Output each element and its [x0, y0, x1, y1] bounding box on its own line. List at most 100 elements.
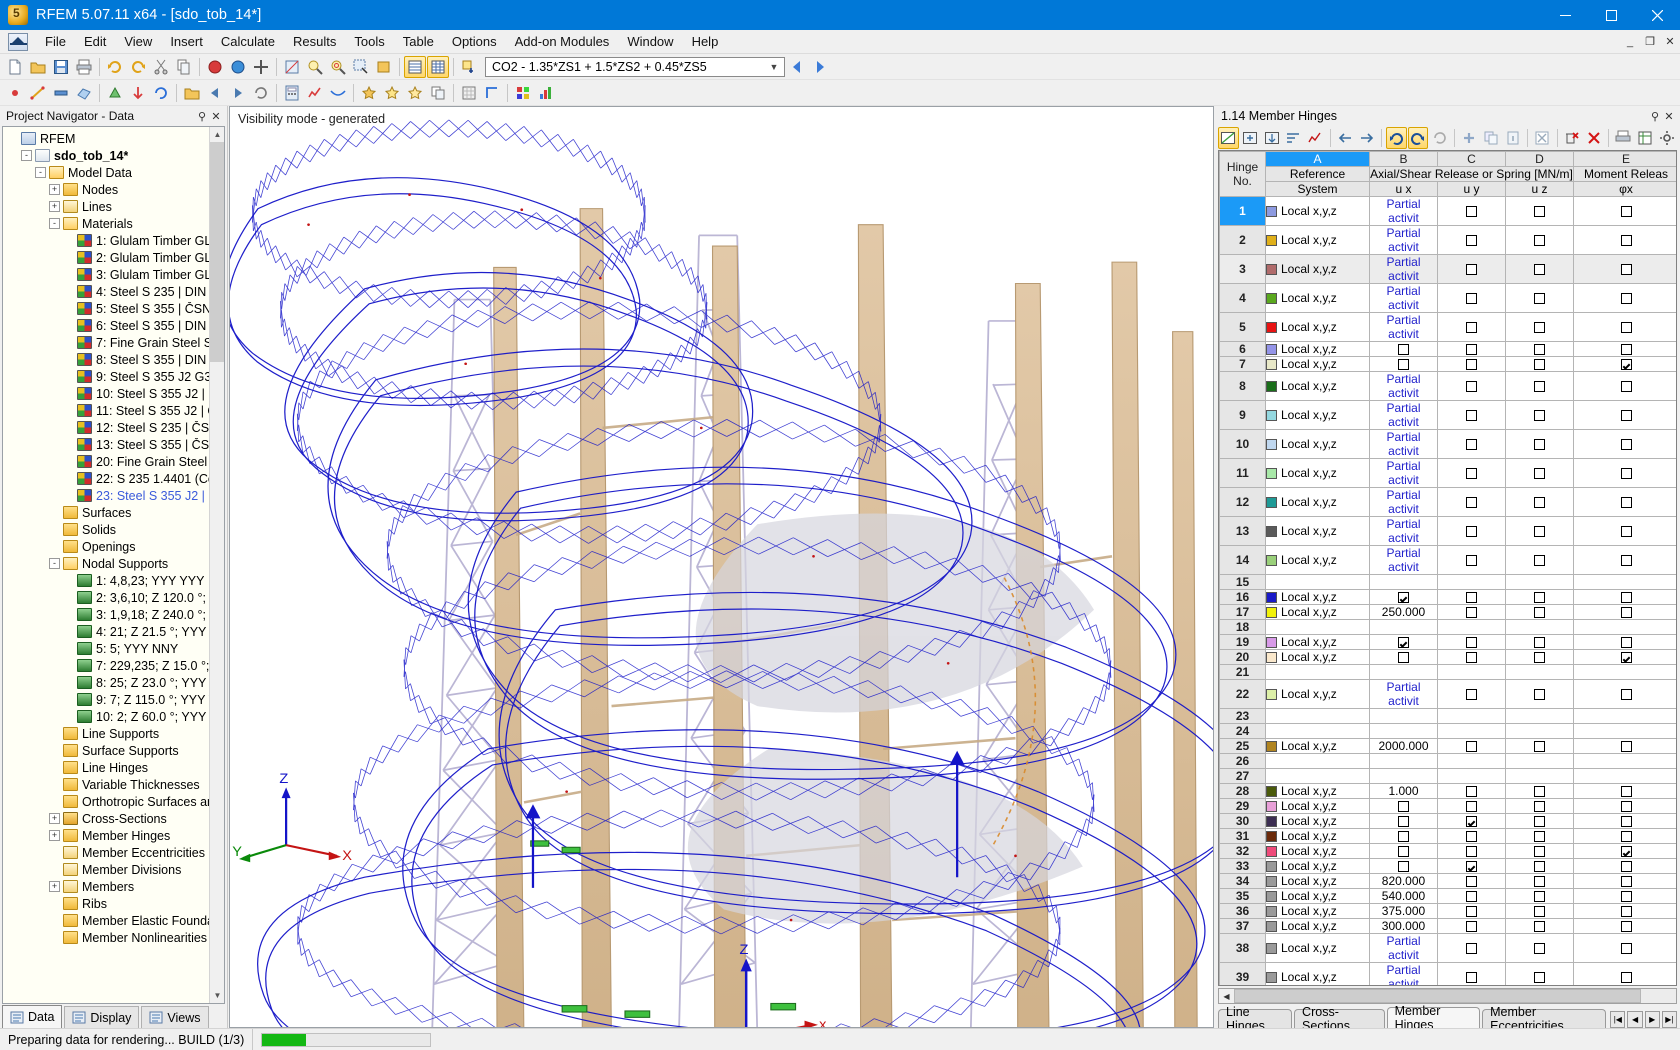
checkbox[interactable] — [1466, 689, 1477, 701]
checkbox[interactable] — [1466, 801, 1477, 813]
cell-ux[interactable] — [1369, 708, 1438, 724]
cell-phix[interactable] — [1573, 574, 1676, 590]
cell-reference-system[interactable]: Local x,y,z — [1265, 828, 1370, 844]
cell-ux[interactable]: 540.000 — [1369, 888, 1438, 904]
new-file-icon[interactable] — [4, 56, 26, 78]
cell-uz[interactable] — [1505, 487, 1574, 517]
cell-ux[interactable]: Partial activit — [1369, 400, 1438, 430]
scroll-thumb[interactable] — [210, 142, 224, 362]
color-swatch[interactable] — [1266, 525, 1277, 537]
cell-ux[interactable]: 250.000 — [1369, 604, 1438, 620]
cell-uy[interactable] — [1437, 903, 1506, 919]
save-icon[interactable] — [50, 56, 72, 78]
checkbox[interactable] — [1534, 831, 1545, 843]
cell-reference-system[interactable] — [1265, 574, 1370, 590]
cell-reference-system[interactable] — [1265, 768, 1370, 784]
cell-uz[interactable] — [1505, 753, 1574, 769]
zoom-fit-icon[interactable] — [327, 56, 349, 78]
tree-item[interactable]: Solids — [5, 521, 224, 538]
cell-ux[interactable]: 300.000 — [1369, 918, 1438, 934]
checkbox[interactable] — [1620, 831, 1632, 843]
section-icon[interactable] — [281, 56, 303, 78]
menu-add-on-modules[interactable]: Add-on Modules — [506, 31, 619, 52]
table-row[interactable]: 36 Local x,y,z 375.000 — [1219, 903, 1676, 919]
table-tab-cross-sections[interactable]: Cross-Sections — [1294, 1005, 1385, 1033]
checkbox[interactable] — [1466, 891, 1477, 903]
checkbox[interactable] — [1534, 468, 1545, 480]
row-number[interactable]: 28 — [1219, 783, 1266, 799]
cell-uz[interactable] — [1505, 918, 1574, 934]
checkbox[interactable] — [1534, 846, 1545, 858]
star2-icon[interactable] — [381, 82, 403, 104]
refresh-icon[interactable] — [250, 82, 272, 104]
chart-table-icon[interactable] — [1305, 127, 1326, 149]
cell-phix[interactable] — [1573, 903, 1676, 919]
menu-file[interactable]: File — [36, 31, 75, 52]
move-right-icon[interactable] — [1356, 127, 1377, 149]
tree-item[interactable]: Surfaces — [5, 504, 224, 521]
checkbox[interactable] — [1466, 876, 1477, 888]
tree-item[interactable]: Line Supports — [5, 725, 224, 742]
row-number[interactable]: 39 — [1219, 962, 1266, 985]
cell-reference-system[interactable]: Local x,y,z — [1265, 962, 1370, 985]
table-row[interactable]: 14 Local x,y,z Partial activit — [1219, 545, 1676, 575]
cell-phix[interactable] — [1573, 783, 1676, 799]
cell-uz[interactable] — [1505, 312, 1574, 342]
row-number[interactable]: 16 — [1219, 589, 1266, 605]
cell-phix[interactable] — [1573, 753, 1676, 769]
checkbox[interactable] — [1466, 831, 1477, 843]
menu-help[interactable]: Help — [683, 31, 728, 52]
menu-view[interactable]: View — [115, 31, 161, 52]
checkbox[interactable] — [1620, 322, 1632, 334]
print-icon[interactable] — [73, 56, 95, 78]
cell-ux[interactable] — [1369, 798, 1438, 814]
row-number[interactable]: 25 — [1219, 738, 1266, 754]
checkbox[interactable] — [1466, 526, 1477, 538]
cell-phix[interactable] — [1573, 400, 1676, 430]
cell-uz[interactable] — [1505, 768, 1574, 784]
tree-item[interactable]: Orthotropic Surfaces and — [5, 793, 224, 810]
cell-uz[interactable] — [1505, 962, 1574, 985]
table-row[interactable]: 2 Local x,y,z Partial activit — [1219, 225, 1676, 255]
checkbox[interactable] — [1466, 322, 1477, 334]
mdi-close-button[interactable]: ✕ — [1660, 33, 1680, 51]
cell-uz[interactable] — [1505, 634, 1574, 650]
navigator-tab-display[interactable]: Display — [64, 1006, 140, 1028]
checkbox[interactable] — [1620, 555, 1632, 567]
cell-ux[interactable]: Partial activit — [1369, 458, 1438, 488]
cell-reference-system[interactable]: Local x,y,z — [1265, 858, 1370, 874]
cell-ux[interactable] — [1369, 589, 1438, 605]
cell-uz[interactable] — [1505, 649, 1574, 665]
color-swatch[interactable] — [1266, 292, 1277, 304]
member-hinges-grid[interactable]: Hinge No. A B C D E Reference Axial/Shea… — [1218, 150, 1677, 986]
tree-item[interactable]: - Materials — [5, 215, 224, 232]
tree-item[interactable]: Ribs — [5, 895, 224, 912]
checkbox[interactable] — [1534, 861, 1545, 873]
cell-phix[interactable] — [1573, 371, 1676, 401]
checkbox[interactable] — [1534, 206, 1545, 218]
row-number[interactable]: 12 — [1219, 487, 1266, 517]
pan-icon[interactable] — [250, 56, 272, 78]
cell-phix[interactable] — [1573, 873, 1676, 889]
cell-phix[interactable] — [1573, 918, 1676, 934]
checkbox[interactable] — [1620, 906, 1632, 918]
cell-uy[interactable] — [1437, 753, 1506, 769]
clear-cell-icon[interactable] — [1532, 127, 1553, 149]
cell-uy[interactable] — [1437, 858, 1506, 874]
cell-phix[interactable] — [1573, 516, 1676, 546]
cell-uy[interactable] — [1437, 813, 1506, 829]
row-number[interactable]: 1 — [1219, 196, 1266, 226]
tree-item[interactable]: + Member Hinges — [5, 827, 224, 844]
open-file-icon[interactable] — [27, 56, 49, 78]
tree-item[interactable]: 7: Fine Grain Steel S 4 — [5, 334, 224, 351]
cell-reference-system[interactable]: Local x,y,z — [1265, 679, 1370, 709]
cell-ux[interactable]: 1.000 — [1369, 783, 1438, 799]
tree-item[interactable]: 10: 2; Z 60.0 °; YYY YY — [5, 708, 224, 725]
cell-reference-system[interactable] — [1265, 753, 1370, 769]
table-tab-line-hinges[interactable]: Line Hinges — [1218, 1005, 1293, 1033]
cell-uy[interactable] — [1437, 341, 1506, 357]
cell-ux[interactable] — [1369, 649, 1438, 665]
checkbox[interactable] — [1466, 637, 1477, 649]
table-row[interactable]: 29 Local x,y,z — [1219, 798, 1676, 814]
tree-item[interactable]: 20: Fine Grain Steel S — [5, 453, 224, 470]
